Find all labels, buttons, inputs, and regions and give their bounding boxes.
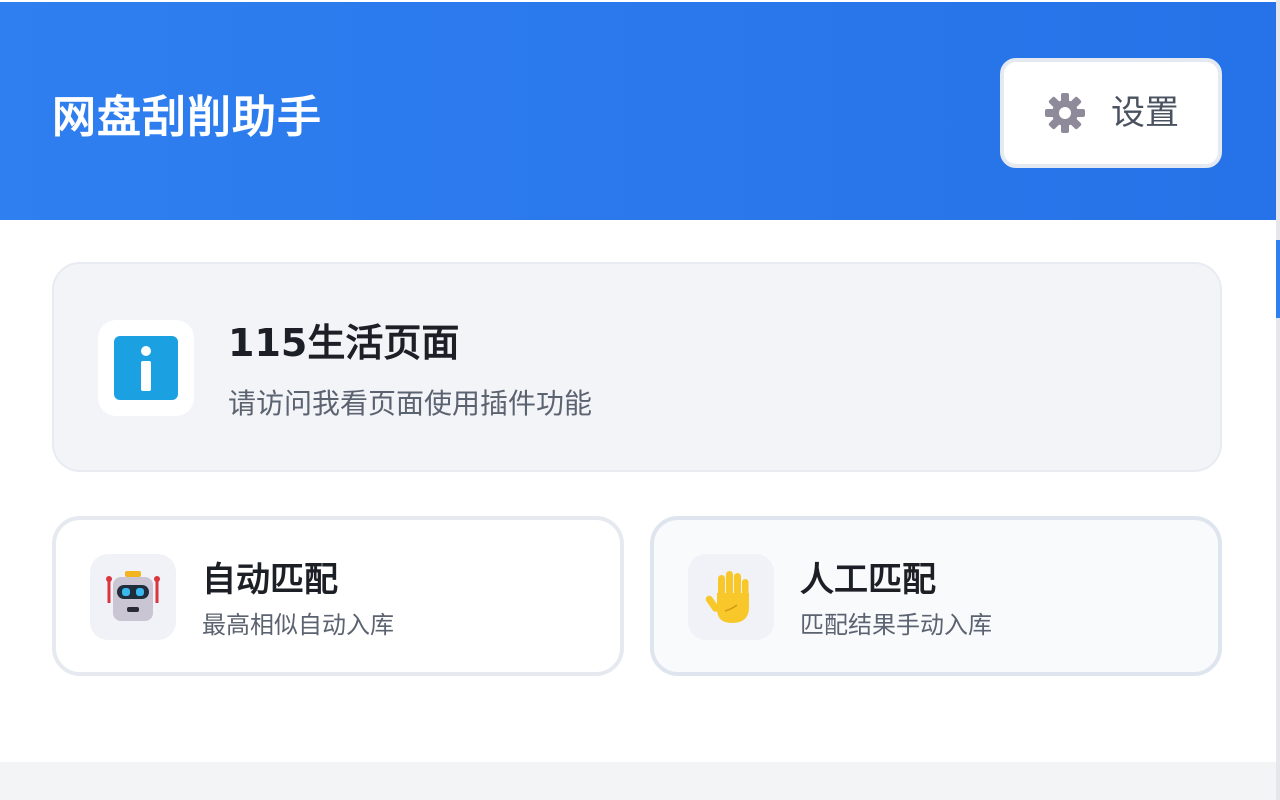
header-bar: 网盘刮削助手 设置 (0, 2, 1276, 220)
scroll-indicator (1276, 240, 1280, 318)
info-subtitle: 请访问我看页面使用插件功能 (228, 387, 593, 420)
settings-button[interactable]: 设置 (1000, 58, 1222, 168)
auto-match-card[interactable]: 自动匹配 最高相似自动入库 (52, 516, 624, 676)
window-edge (1276, 0, 1280, 800)
info-card: 115生活页面 请访问我看页面使用插件功能 (52, 262, 1222, 472)
info-title: 115生活页面 (228, 321, 460, 365)
robot-icon (106, 571, 160, 621)
raised-hand-icon (705, 571, 749, 623)
gear-icon (1045, 93, 1085, 133)
auto-match-title: 自动匹配 (202, 560, 338, 600)
info-icon (114, 336, 178, 400)
manual-match-title: 人工匹配 (800, 560, 936, 600)
manual-match-subtitle: 匹配结果手动入库 (800, 611, 992, 639)
mode-icon-container (688, 554, 774, 640)
popup-window: 网盘刮削助手 设置 115生活页面 请访问我看页面使用插件功能 自动匹配 最高相… (0, 0, 1276, 762)
info-icon-container (98, 320, 194, 416)
app-title: 网盘刮削助手 (52, 92, 322, 143)
auto-match-subtitle: 最高相似自动入库 (202, 611, 394, 639)
manual-match-card[interactable]: 人工匹配 匹配结果手动入库 (650, 516, 1222, 676)
mode-icon-container (90, 554, 176, 640)
settings-label: 设置 (1111, 93, 1179, 133)
